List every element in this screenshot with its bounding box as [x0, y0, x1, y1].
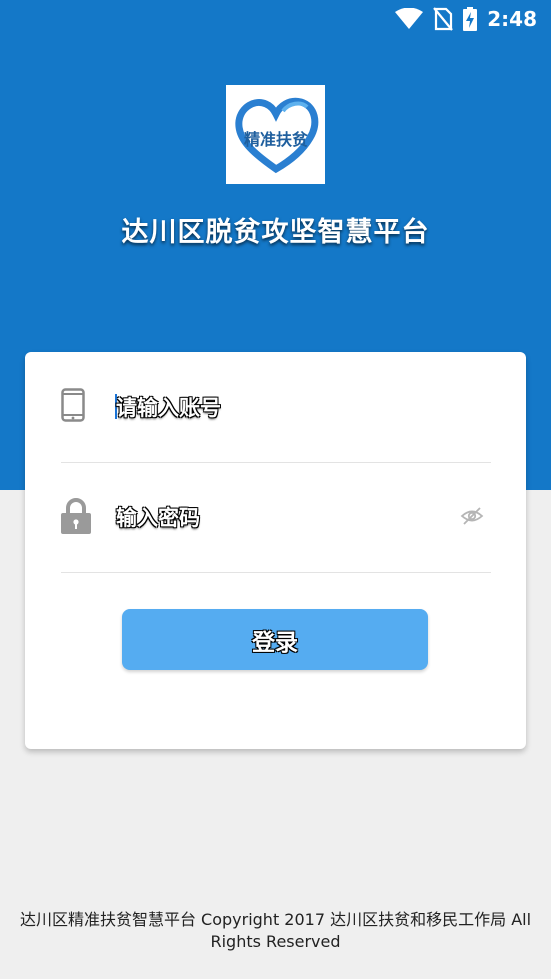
status-bar: 2:48	[0, 0, 551, 38]
no-sim-icon	[433, 7, 454, 31]
battery-charging-icon	[463, 7, 478, 31]
password-row: 输入密码	[61, 462, 491, 573]
app-logo: 精准扶贫	[226, 85, 325, 184]
account-input[interactable]	[116, 352, 446, 462]
password-input[interactable]	[116, 462, 446, 572]
account-row: 请输入账号	[61, 352, 491, 463]
logo-text: 精准扶贫	[243, 130, 308, 149]
app-title: 达川区脱贫攻坚智慧平台	[121, 217, 430, 248]
login-card: 请输入账号 输入密码 登录	[25, 352, 526, 749]
phone-icon	[61, 388, 85, 422]
status-time: 2:48	[487, 7, 537, 31]
wifi-icon	[395, 8, 424, 29]
footer-copyright: 达川区精准扶贫智慧平台 Copyright 2017 达川区扶贫和移民工作局 A…	[19, 910, 532, 951]
eye-off-icon[interactable]	[460, 504, 484, 528]
lock-icon	[61, 498, 91, 534]
text-cursor	[115, 394, 117, 419]
login-button[interactable]: 登录	[122, 609, 428, 670]
